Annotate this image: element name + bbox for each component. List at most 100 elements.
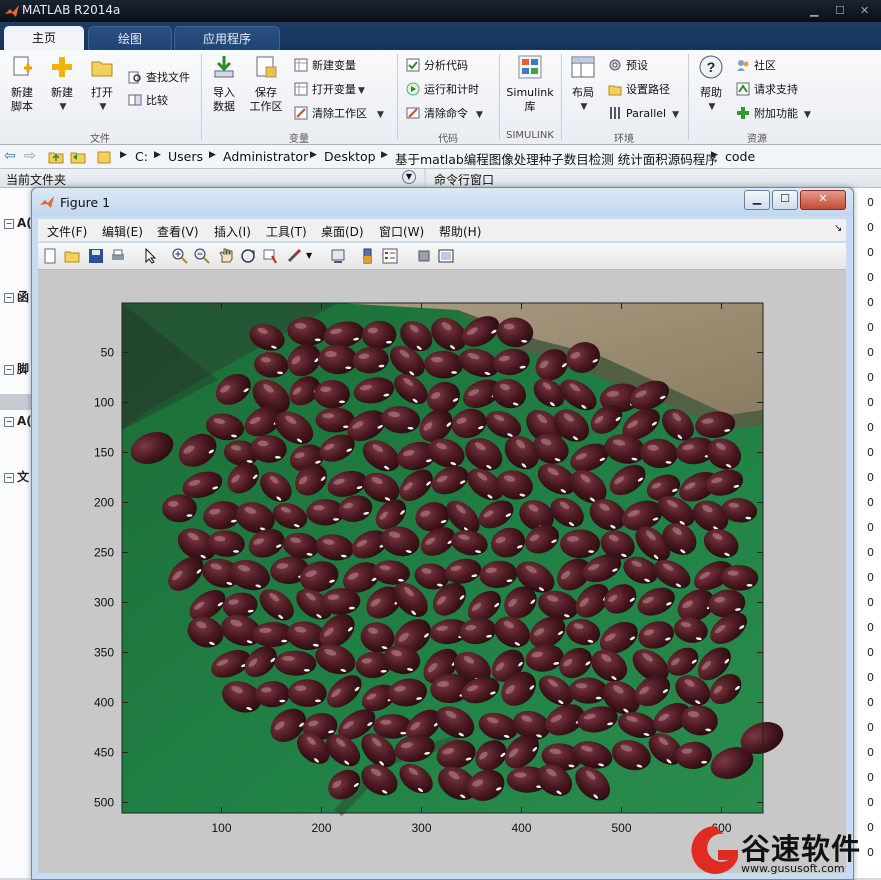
chevron-down-icon[interactable]: ▼ [306,251,312,260]
command-output-line: 0 [867,221,874,234]
chevron-down-icon: ▼ [358,86,365,96]
command-output-line: 0 [867,696,874,709]
minimize-icon[interactable]: ▁ [810,4,818,17]
menu-window[interactable]: 窗口(W) [379,223,424,240]
new-script-button[interactable]: 新建 脚本 [6,54,38,114]
browse-folder-icon[interactable] [70,149,86,165]
maximize-icon[interactable]: ☐ [835,4,845,17]
path-segment[interactable]: Desktop [324,149,376,164]
data-cursor-icon[interactable] [262,248,278,264]
path-segment[interactable]: 基于matlab编程图像处理种子数目检测 统计面积源码程序 [395,149,718,168]
open-file-icon[interactable] [64,248,80,264]
help-button[interactable]: ? 帮助 ▼ [694,54,728,114]
brush-icon[interactable] [286,248,302,264]
menu-edit[interactable]: 编辑(E) [102,223,143,240]
selected-row[interactable] [0,394,34,410]
path-segment[interactable]: code [725,149,755,164]
simulink-library-button[interactable]: Simulink 库 [503,54,557,114]
menu-file[interactable]: 文件(F) [47,223,87,240]
dock-arrow-icon[interactable]: ↘ [834,223,842,234]
y-tick-label: 450 [94,746,114,760]
save-workspace-button[interactable]: 保存 工作区 [246,54,286,114]
new-variable-icon [294,58,308,72]
new-button[interactable]: 新建 ▼ [44,54,80,114]
compare-button[interactable]: 比较 [128,91,168,111]
current-folder-panel: − A( − 函 − 脚 − A( − 文 [0,188,34,878]
new-label: 新建 [51,86,73,99]
add-ons-button[interactable]: 附加功能 ▼ [736,104,811,124]
pointer-icon[interactable] [142,248,158,264]
clear-workspace-button[interactable]: 清除工作区 ▼ [294,104,384,124]
layout-button[interactable]: 布局 ▼ [566,54,600,114]
analyze-code-button[interactable]: 分析代码 [406,56,468,76]
help-label: 帮助 [700,86,722,99]
up-folder-icon[interactable] [48,149,64,165]
folder-group[interactable]: − 函 [4,288,29,305]
folder-group[interactable]: − 脚 [4,360,29,377]
parallel-button[interactable]: Parallel ▼ [608,104,679,124]
figure-maximize-icon[interactable]: ☐ [772,190,798,210]
menu-insert[interactable]: 插入(I) [214,223,251,240]
preferences-button[interactable]: 预设 [608,56,648,76]
find-files-button[interactable]: 查找文件 [128,68,190,88]
command-output-line: 0 [867,296,874,309]
tab-home[interactable]: 主页 [4,26,84,50]
menu-desktop[interactable]: 桌面(D) [321,223,364,240]
folder-group[interactable]: − A( [4,414,32,428]
tab-plots[interactable]: 绘图 [88,26,172,51]
command-output-line: 0 [867,571,874,584]
command-output-line: 0 [867,371,874,384]
clear-commands-button[interactable]: 清除命令 ▼ [406,104,483,124]
ribbon: 新建 脚本 新建 ▼ 打开 ▼ 查找文件 比较 文件 导入 数据 保存 工作区 … [0,50,881,145]
set-path-button[interactable]: 设置路径 [608,80,670,100]
figure-minimize-icon[interactable]: ▁ [744,190,770,210]
y-tick-label: 350 [94,646,114,660]
colorbar-icon[interactable] [360,248,376,264]
figure-menubar: 文件(F) 编辑(E) 查看(V) 插入(I) 工具(T) 桌面(D) 窗口(W… [38,219,846,241]
save-icon[interactable] [88,248,104,264]
current-folder-header: 当前文件夹 ▼ [0,169,424,188]
parallel-icon [610,107,620,119]
figure-canvas[interactable]: 100 200 300 400 500 600 50 100 150 200 250 300 350 40… [38,270,846,873]
rotate-3d-icon[interactable] [240,248,256,264]
menu-view[interactable]: 查看(V) [157,223,199,240]
import-data-button[interactable]: 导入 数据 [206,54,242,114]
pan-hand-icon[interactable] [218,248,234,264]
new-variable-button[interactable]: 新建变量 [294,56,356,76]
legend-icon[interactable] [382,248,398,264]
open-variable-button[interactable]: 打开变量 ▼ [294,80,365,100]
community-button[interactable]: 社区 [736,56,776,76]
folder-group[interactable]: − A( [4,216,32,230]
folder-group[interactable]: − 文 [4,468,29,485]
tab-apps[interactable]: 应用程序 [174,26,280,51]
environment-section-label: 环境 [614,134,634,145]
run-and-time-button[interactable]: 运行和计时 [406,80,479,100]
figure-titlebar: Figure 1 ▁ ☐ ✕ [32,188,853,216]
zoom-in-icon[interactable] [172,248,188,264]
show-plot-tools-icon[interactable] [438,248,454,264]
zoom-out-icon[interactable] [194,248,210,264]
forward-arrow-icon[interactable]: ⇨ [24,148,36,164]
hide-plot-tools-icon[interactable] [416,248,432,264]
request-support-button[interactable]: 请求支持 [736,80,798,100]
path-segment[interactable]: C: [135,149,148,164]
menu-help[interactable]: 帮助(H) [439,223,481,240]
app-title: MATLAB R2014a [22,3,121,17]
command-output-line: 0 [867,546,874,559]
figure-close-icon[interactable]: ✕ [800,190,846,210]
command-output-line: 0 [867,521,874,534]
back-arrow-icon[interactable]: ⇦ [4,148,16,164]
path-segment[interactable]: Users [168,149,203,164]
new-variable-label: 新建变量 [312,59,356,72]
section-divider [499,54,500,140]
menu-tools[interactable]: 工具(T) [266,223,307,240]
axes[interactable]: 100 200 300 400 500 6005010015020025030035040… [38,270,846,873]
print-icon[interactable] [110,248,126,264]
open-button[interactable]: 打开 ▼ [84,54,120,114]
new-figure-icon[interactable] [42,248,58,264]
close-icon[interactable]: ✕ [860,4,869,17]
path-segment[interactable]: Administrator [223,149,308,164]
collapse-icon: − [4,417,14,427]
link-plot-icon[interactable] [330,248,346,264]
panel-menu-chevron-icon[interactable]: ▼ [402,170,416,184]
